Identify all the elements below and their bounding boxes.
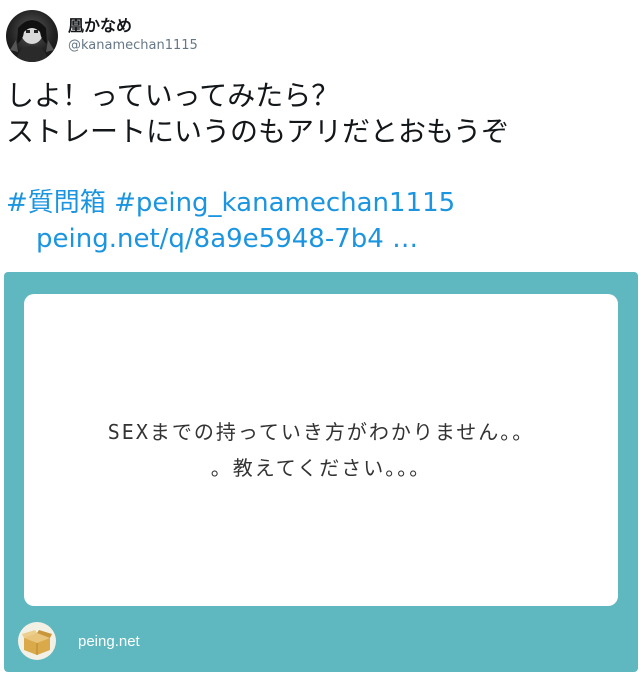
tweet-link[interactable]: peing.net/q/8a9e5948-7b4 …	[36, 222, 418, 256]
tweet-line: しよ！っていってみたら？	[6, 79, 340, 112]
tweet-header: 凰かなめ @kanamechan1115	[0, 0, 640, 70]
question-panel: SEXまでの持っていき方がわかりません。。 。教えてください。。。	[24, 294, 618, 606]
avatar-icon	[10, 20, 54, 62]
box-icon	[18, 622, 56, 660]
avatar[interactable]	[6, 10, 58, 62]
hashtags: #質問箱 #peing_kanamechan1115	[6, 186, 455, 220]
question-line: 。教えてください。。。	[210, 456, 432, 480]
hashtag-link[interactable]: #peing_kanamechan1115	[114, 188, 455, 218]
site-name: peing.net	[78, 633, 140, 650]
user-handle[interactable]: @kanamechan1115	[68, 38, 198, 53]
tweet-text: しよ！っていってみたら？ ストレートにいうのもアリだとおもうぞ	[6, 78, 636, 150]
link-card[interactable]: SEXまでの持っていき方がわかりません。。 。教えてください。。。 peing.…	[4, 272, 638, 672]
question-text: SEXまでの持っていき方がわかりません。。 。教えてください。。。	[108, 414, 535, 486]
hashtag-link[interactable]: #質問箱	[6, 188, 106, 218]
question-line: SEXまでの持っていき方がわかりません。。	[107, 420, 535, 444]
display-name[interactable]: 凰かなめ	[68, 12, 132, 36]
tweet-line: ストレートにいうのもアリだとおもうぞ	[6, 115, 510, 148]
card-footer: peing.net	[18, 616, 618, 664]
